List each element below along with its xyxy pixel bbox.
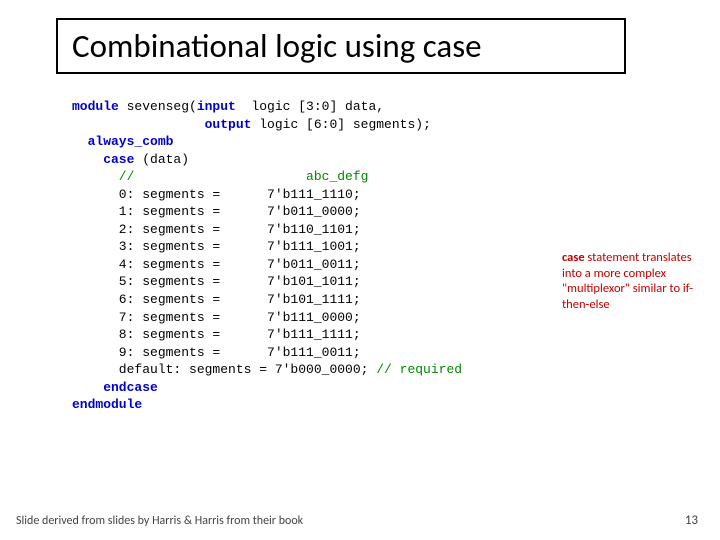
code-block: module sevenseg(input logic [3:0] data, … <box>72 98 462 414</box>
code-text: (data) <box>134 152 189 167</box>
kw-endcase: endcase <box>72 380 158 395</box>
code-row: 5: segments = 7'b101_1011; <box>72 274 361 289</box>
slide-title: Combinational logic using case <box>72 26 482 66</box>
code-row: 4: segments = 7'b011_0011; <box>72 257 361 272</box>
code-default: default: segments = 7'b000_0000; <box>72 362 376 377</box>
code-row: 0: segments = 7'b111_1110; <box>72 187 361 202</box>
kw-module: module <box>72 99 119 114</box>
kw-endmodule: endmodule <box>72 397 142 412</box>
code-row: 1: segments = 7'b011_0000; <box>72 204 361 219</box>
kw-input: input <box>197 99 236 114</box>
code-row: 6: segments = 7'b101_1111; <box>72 292 361 307</box>
code-text: logic [6:0] segments); <box>251 117 430 132</box>
comment-required: // required <box>376 362 462 377</box>
page-number: 13 <box>685 513 698 528</box>
comment-abcdefg: // abc_defg <box>72 169 368 184</box>
code-row: 3: segments = 7'b111_1001; <box>72 239 361 254</box>
code-text: sevenseg( <box>119 99 197 114</box>
code-row: 7: segments = 7'b111_0000; <box>72 310 361 325</box>
annotation-case: case statement translates into a more co… <box>562 250 710 313</box>
kw-always: always_comb <box>72 134 173 149</box>
footer-credit: Slide derived from slides by Harris & Ha… <box>16 514 303 528</box>
code-text: logic [3:0] data, <box>236 99 384 114</box>
title-box: Combinational logic using case <box>56 18 626 74</box>
kw-case: case <box>72 152 134 167</box>
annotation-kw: case <box>562 250 585 265</box>
kw-output: output <box>72 117 251 132</box>
code-row: 2: segments = 7'b110_1101; <box>72 222 361 237</box>
code-row: 8: segments = 7'b111_1111; <box>72 327 361 342</box>
code-row: 9: segments = 7'b111_0011; <box>72 345 361 360</box>
